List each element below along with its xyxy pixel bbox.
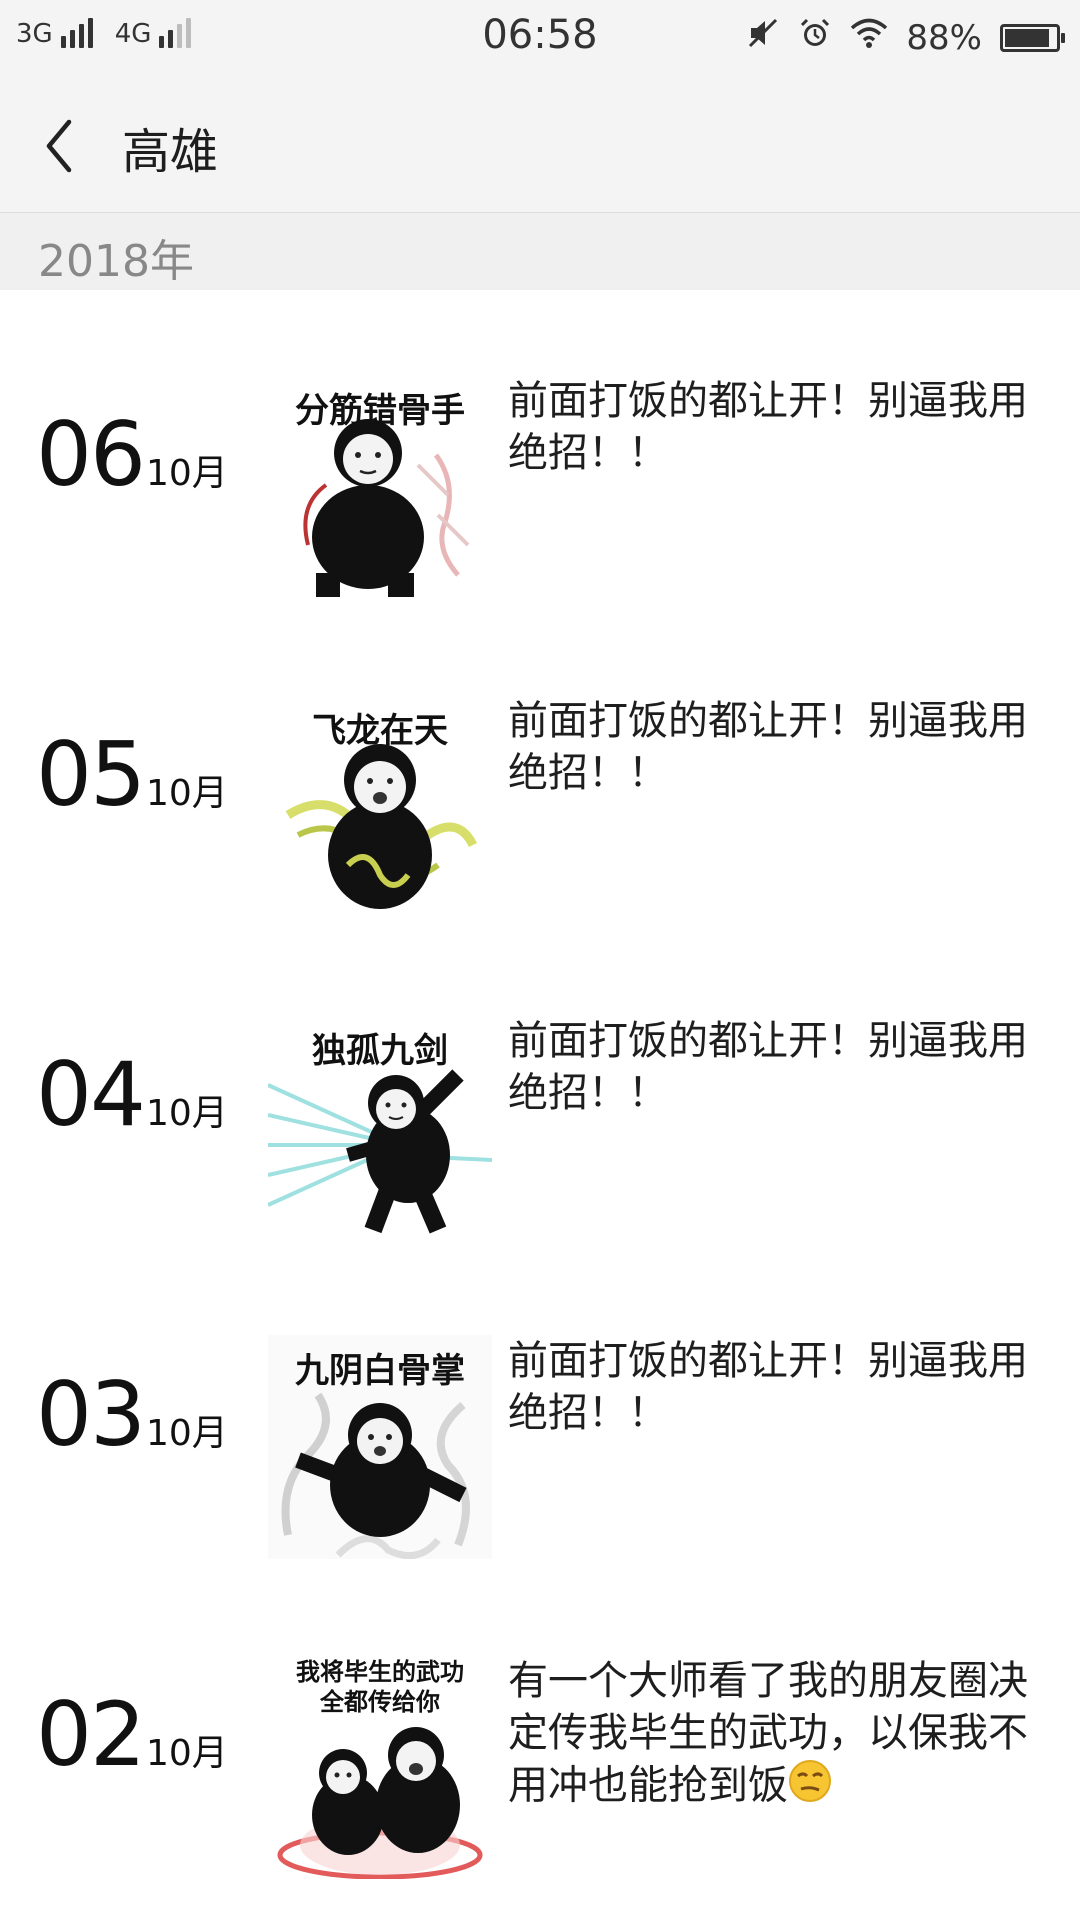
- post-date: 0510月: [36, 723, 228, 826]
- image-caption: 分筋错骨手: [295, 391, 465, 431]
- post-text-content: 有一个大师看了我的朋友圈决定传我毕生的武功，以保我不用冲也能抢到饭: [508, 1658, 1028, 1809]
- post-date: 0210月: [36, 1683, 228, 1786]
- moment-post: 0210月 我将毕生的武功 全都传给你 有一个大师看了我的朋友圈决定传我毕生的武…: [0, 1655, 1080, 1895]
- post-date: 0410月: [36, 1043, 228, 1146]
- post-text[interactable]: 前面打饭的都让开！别逼我用绝招！！: [508, 1335, 1028, 1439]
- title-bar: 高雄: [0, 78, 1080, 213]
- post-image[interactable]: 九阴白骨掌: [268, 1335, 492, 1559]
- post-date: 0610月: [36, 403, 228, 506]
- image-caption-line: 全都传给你: [320, 1688, 440, 1716]
- battery-icon: [1000, 23, 1065, 52]
- chevron-left-icon: [46, 119, 72, 173]
- status-bar: 3G 4G 06:58 88%: [0, 0, 1080, 78]
- post-text[interactable]: 前面打饭的都让开！别逼我用绝招！！: [508, 375, 1028, 479]
- year-section-header: 2018年: [0, 213, 1080, 290]
- moment-post: 0510月 飞龙在天 前面打饭的都让开！别逼我用绝招！！: [0, 695, 1080, 925]
- post-date: 0310月: [36, 1363, 228, 1466]
- wifi-icon: [850, 17, 888, 58]
- post-day: 06: [36, 403, 146, 506]
- post-day: 02: [36, 1683, 146, 1786]
- post-month: 10月: [145, 1093, 228, 1134]
- post-image[interactable]: 分筋错骨手: [268, 375, 492, 599]
- alarm-icon: [798, 16, 832, 59]
- post-text[interactable]: 有一个大师看了我的朋友圈决定传我毕生的武功，以保我不用冲也能抢到饭: [508, 1655, 1028, 1816]
- mute-icon: [746, 16, 780, 59]
- post-day: 04: [36, 1043, 146, 1146]
- moment-post: 0610月 分筋错骨手 前面打饭的都让开！别逼我用绝招！！: [0, 375, 1080, 605]
- post-image[interactable]: 我将毕生的武功 全都传给你: [268, 1655, 492, 1879]
- back-button[interactable]: [24, 106, 94, 186]
- post-image[interactable]: 飞龙在天: [268, 695, 492, 919]
- post-image[interactable]: 独孤九剑: [268, 1015, 492, 1239]
- image-caption: 我将毕生的武功 全都传给你: [268, 1657, 492, 1717]
- page-title: 高雄: [122, 124, 219, 180]
- image-caption: 独孤九剑: [312, 1031, 448, 1071]
- year-label: 2018年: [38, 236, 194, 287]
- post-day: 03: [36, 1363, 146, 1466]
- image-caption: 九阴白骨掌: [295, 1351, 465, 1391]
- image-caption: 飞龙在天: [312, 711, 448, 751]
- smirk-emoji-icon: [788, 1759, 832, 1816]
- moment-post: 0410月 独孤九剑 前面打饭的都让开！别逼我用绝招！！: [0, 1015, 1080, 1245]
- battery-percent: 88%: [906, 17, 982, 58]
- post-text[interactable]: 前面打饭的都让开！别逼我用绝招！！: [508, 1015, 1028, 1119]
- status-icons: 88%: [746, 16, 1065, 59]
- image-caption-line: 我将毕生的武功: [296, 1658, 464, 1686]
- moment-post: 0310月 九阴白骨掌 前面打饭的都让开！别逼我用绝招！！: [0, 1335, 1080, 1565]
- post-text[interactable]: 前面打饭的都让开！别逼我用绝招！！: [508, 695, 1028, 799]
- battery-fill: [1005, 28, 1049, 47]
- post-day: 05: [36, 723, 146, 826]
- post-month: 10月: [145, 453, 228, 494]
- post-month: 10月: [145, 1733, 228, 1774]
- post-month: 10月: [145, 773, 228, 814]
- post-month: 10月: [145, 1413, 228, 1454]
